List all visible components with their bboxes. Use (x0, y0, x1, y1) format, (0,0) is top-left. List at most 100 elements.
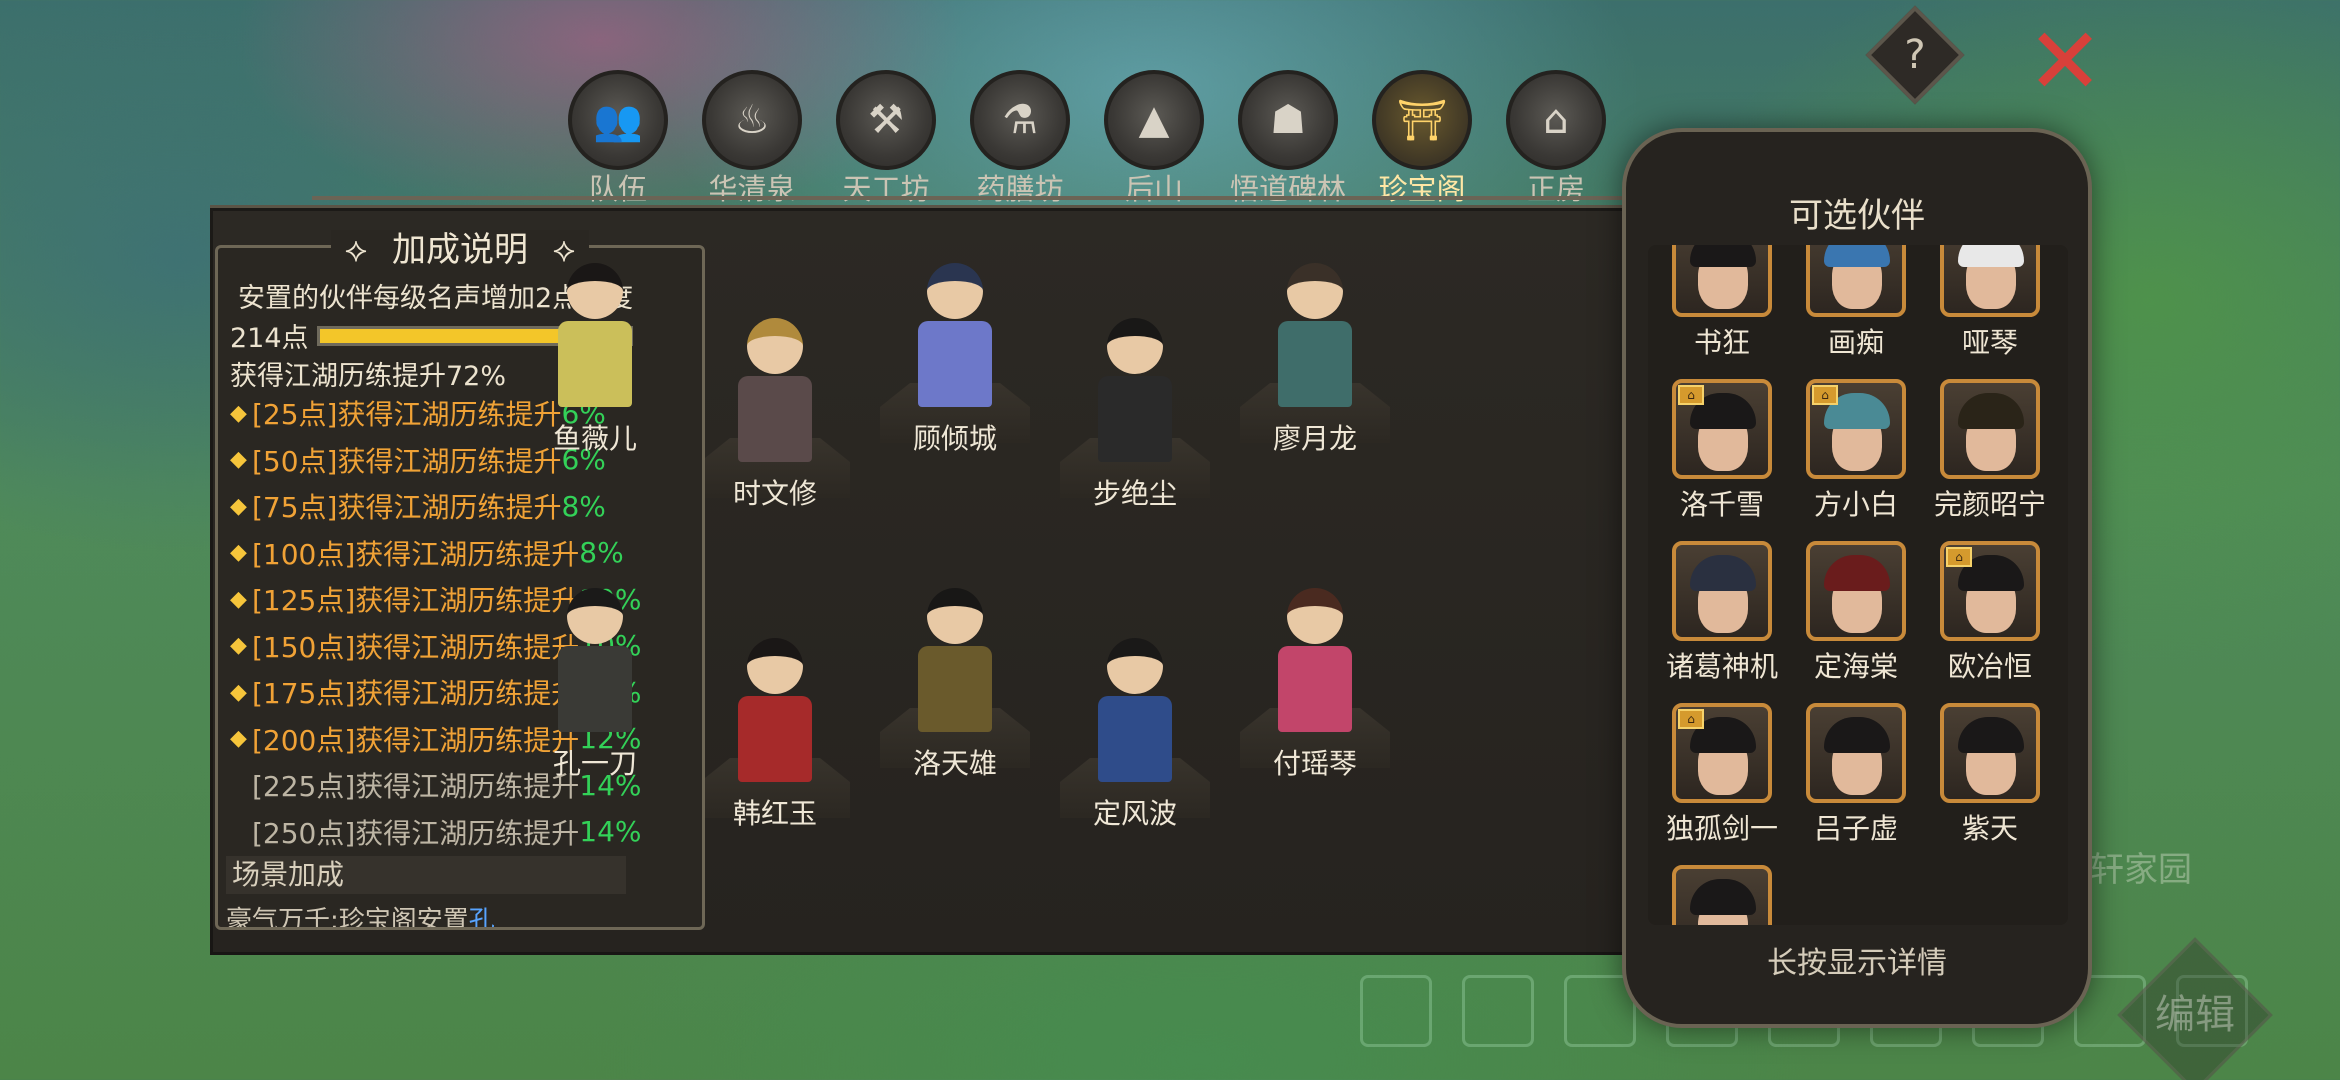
placed-character[interactable]: 付瑶琴 (1240, 588, 1390, 782)
companion-portrait: ⌂ (1672, 379, 1772, 479)
unlocked-star-icon: ◆ (230, 493, 247, 519)
tier-text: [75点]获得江湖历练提升 (252, 491, 562, 525)
tab-label: 珍宝阁 (1378, 172, 1466, 206)
team-slot (1360, 975, 1432, 1047)
companion-name: 书狂 (1693, 326, 1750, 359)
team-icon: 👥 (568, 70, 668, 170)
character-sprite (910, 263, 1000, 413)
tab-0[interactable]: 👥 队伍 (560, 70, 676, 210)
placed-character[interactable]: 步绝尘 (1060, 318, 1210, 512)
companion-item[interactable]: 完颜昭宁 (1930, 379, 2050, 523)
companion-name: 诸葛神机 (1665, 650, 1778, 683)
companion-item[interactable]: 紫天 (1930, 703, 2050, 847)
companion-item[interactable]: ⌂ 欧冶恒 (1930, 541, 2050, 685)
scene-bonus-header[interactable]: 场景加成 (226, 856, 626, 894)
forge-icon: ⚒ (836, 70, 936, 170)
tier-text: [250点]获得江湖历练提升 (252, 816, 580, 850)
tier-text: [150点]获得江湖历练提升 (252, 630, 580, 664)
edit-button[interactable]: 编辑 (2117, 937, 2273, 1080)
companion-name: 哑琴 (1961, 326, 2018, 359)
companion-item[interactable]: 诸葛神机 (1662, 541, 1782, 685)
scene-bonus-text: 豪气万千:珍宝阁安置孔 (226, 900, 495, 930)
companion-item[interactable] (1662, 865, 1782, 925)
background-sign: 轩家园 (2090, 850, 2192, 890)
tab-1[interactable]: ♨ 华清泉 (694, 70, 810, 210)
tier-text: [25点]获得江湖历练提升 (252, 398, 562, 432)
bonus-tier: ◆ [250点]获得江湖历练提升 14% (230, 809, 642, 856)
tab-5[interactable]: ☗ 悟道碑林 (1230, 70, 1346, 210)
companion-item[interactable]: ⌂ 独孤剑一 (1662, 703, 1782, 847)
companion-name: 吕子虚 (1813, 812, 1898, 845)
hot-spring-icon: ♨ (702, 70, 802, 170)
tab-7[interactable]: ⌂ 正房 (1498, 70, 1614, 210)
character-sprite (1270, 588, 1360, 738)
current-bonus: 获得江湖历练提升72% (230, 361, 507, 392)
companion-item[interactable]: ⌂ 哑琴 (1930, 245, 2050, 361)
scene-bonus-desc: 豪气万千:珍宝阁安置 (226, 906, 469, 930)
placed-character[interactable]: 定风波 (1060, 638, 1210, 832)
placed-character[interactable]: 廖月龙 (1240, 263, 1390, 457)
tab-bar: 👥 队伍 ♨ 华清泉 ⚒ 天工坊 ⚗ 药膳坊 ▲ 后山 ☗ 悟道碑林 ⛩ 珍宝阁 ⌂ 正房 (560, 70, 1614, 210)
unlocked-star-icon: ◆ (230, 447, 247, 473)
unlocked-star-icon: ◆ (230, 726, 247, 752)
edit-label: 编辑 (2155, 992, 2235, 1038)
companion-name: 画痴 (1827, 326, 1884, 359)
character-name: 廖月龙 (1272, 422, 1357, 455)
placed-character[interactable]: 顾倾城 (880, 263, 1030, 457)
points-value: 214点 (230, 323, 309, 354)
tier-text: [200点]获得江湖历练提升 (252, 723, 580, 757)
placed-character[interactable]: 时文修 (700, 318, 850, 512)
tab-label: 药膳坊 (976, 172, 1064, 206)
tab-2[interactable]: ⚒ 天工坊 (828, 70, 944, 210)
close-icon: ✕ (2026, 8, 2104, 115)
long-press-hint: 长按显示详情 (1767, 946, 1947, 981)
companion-name: 欧冶恒 (1947, 650, 2032, 683)
close-button[interactable]: ✕ (2025, 16, 2105, 108)
unlocked-star-icon: ◆ (230, 773, 252, 798)
unlocked-star-icon: ◆ (230, 819, 252, 844)
tab-label: 队伍 (588, 172, 647, 206)
companion-portrait: ⌂ (1672, 703, 1772, 803)
team-slot (1462, 975, 1534, 1047)
character-name: 韩红玉 (732, 797, 817, 830)
companion-item[interactable]: ⌂ 画痴 (1796, 245, 1916, 361)
companion-portrait (1672, 541, 1772, 641)
placed-character[interactable]: 韩红玉 (700, 638, 850, 832)
companion-portrait (1672, 865, 1772, 925)
companion-list[interactable]: ⌂ 书狂 ⌂ 画痴 (1648, 245, 2068, 925)
pagoda-icon: ⛩ (1372, 70, 1472, 170)
tab-6[interactable]: ⛩ 珍宝阁 (1364, 70, 1480, 210)
tab-4[interactable]: ▲ 后山 (1096, 70, 1212, 210)
character-sprite (1270, 263, 1360, 413)
character-name: 鱼薇儿 (552, 422, 637, 455)
companion-item[interactable]: ⌂ 方小白 (1796, 379, 1916, 523)
companion-name: 完颜昭宁 (1933, 488, 2046, 521)
character-name: 步绝尘 (1092, 477, 1177, 510)
kitchen-icon: ⚗ (970, 70, 1070, 170)
tier-text: [125点]获得江湖历练提升 (252, 584, 580, 618)
help-button[interactable]: ? (1865, 5, 1965, 105)
companion-item[interactable]: ⌂ 书狂 (1662, 245, 1782, 361)
tab-label: 正房 (1526, 172, 1585, 206)
placed-character[interactable]: 洛天雄 (880, 588, 1030, 782)
tier-percent: 14% (579, 815, 642, 849)
companion-name: 洛千雪 (1679, 488, 1764, 521)
character-name: 洛天雄 (912, 747, 997, 780)
bonus-tier: ◆ [75点]获得江湖历练提升 8% (230, 483, 642, 530)
tier-percent: 8% (561, 489, 606, 523)
companion-item[interactable]: 定海棠 (1796, 541, 1916, 685)
tier-text: [225点]获得江湖历练提升 (252, 770, 580, 804)
character-name: 顾倾城 (912, 422, 997, 455)
companion-portrait (1940, 379, 2040, 479)
tab-label: 悟道碑林 (1230, 172, 1347, 206)
character-name: 付瑶琴 (1272, 747, 1357, 780)
tab-3[interactable]: ⚗ 药膳坊 (962, 70, 1078, 210)
companion-item[interactable]: 吕子虚 (1796, 703, 1916, 847)
unlocked-star-icon: ◆ (230, 540, 247, 566)
tab-label: 华清泉 (708, 172, 796, 206)
companion-item[interactable]: ⌂ 洛千雪 (1662, 379, 1782, 523)
divider (312, 196, 1692, 200)
character-sprite (1090, 638, 1180, 788)
bonus-tier: ◆ [100点]获得江湖历练提升 8% (230, 530, 642, 577)
placed-badge-icon: ⌂ (1946, 547, 1972, 567)
